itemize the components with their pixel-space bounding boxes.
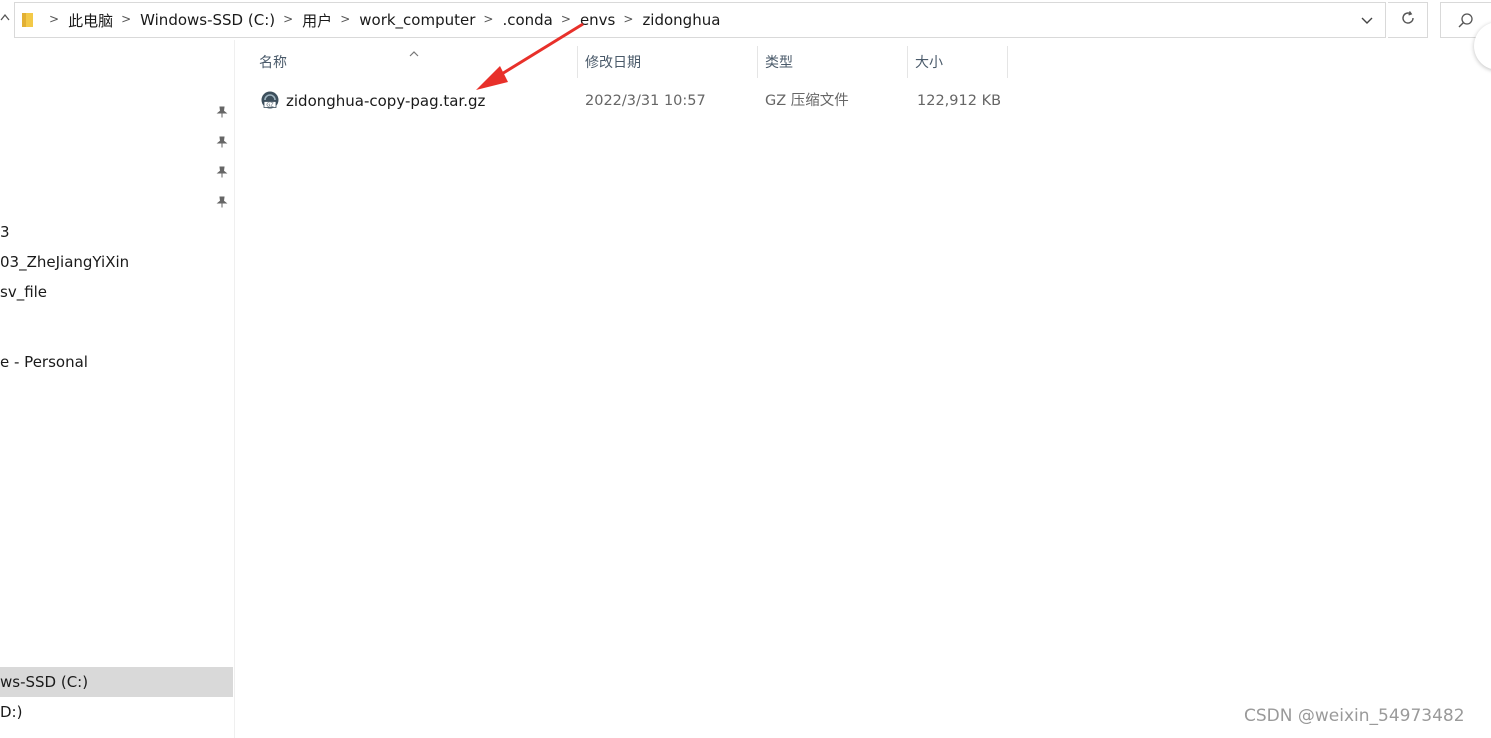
file-type: GZ 压缩文件 (765, 93, 849, 109)
nav-item[interactable]: 03_ZheJiangYiXin (0, 247, 233, 277)
up-arrow-icon[interactable] (0, 10, 10, 24)
pin-icon[interactable] (215, 164, 229, 178)
address-bar[interactable]: > 此电脑 > Windows-SSD (C:) > 用户 > work_com… (14, 2, 1386, 38)
column-header-name[interactable]: 名称 (259, 44, 287, 82)
file-size: 122,912 KB (917, 93, 1002, 109)
column-divider[interactable] (757, 46, 758, 78)
breadcrumb-drive-c[interactable]: Windows-SSD (C:) (140, 11, 275, 29)
breadcrumb-work-computer[interactable]: work_computer (359, 11, 475, 29)
refresh-icon (1399, 9, 1417, 31)
breadcrumb-users[interactable]: 用户 (302, 10, 332, 31)
pin-icon[interactable] (215, 194, 229, 208)
annotation-arrow-icon (470, 20, 590, 100)
gz-archive-icon: GZ (260, 90, 280, 110)
breadcrumb-this-pc[interactable]: 此电脑 (68, 10, 113, 31)
file-modified: 2022/3/31 10:57 (585, 93, 706, 109)
nav-item[interactable]: sv_file (0, 277, 233, 307)
chevron-down-icon[interactable] (1359, 12, 1375, 28)
column-divider[interactable] (1007, 46, 1008, 78)
sort-ascending-icon (408, 44, 420, 57)
navigation-pane: 3 03_ZheJiangYiXin sv_file e - Personal … (0, 40, 234, 738)
breadcrumb-separator: > (49, 12, 60, 26)
breadcrumb-separator: > (121, 12, 132, 26)
breadcrumb-zidonghua[interactable]: zidonghua (642, 11, 720, 29)
column-header-size[interactable]: 大小 (915, 44, 943, 82)
breadcrumb-separator: > (340, 12, 351, 26)
breadcrumb-separator: > (623, 12, 634, 26)
watermark: CSDN @weixin_54973482 (1244, 706, 1465, 726)
column-header-type[interactable]: 类型 (765, 44, 793, 82)
svg-text:GZ: GZ (266, 103, 274, 109)
nav-item-onedrive[interactable]: e - Personal (0, 347, 233, 377)
pin-icon[interactable] (215, 134, 229, 148)
pin-icon[interactable] (215, 104, 229, 118)
nav-item[interactable]: 3 (0, 217, 233, 247)
file-name: zidonghua-copy-pag.tar.gz (286, 92, 486, 110)
pane-divider[interactable] (234, 40, 235, 738)
folder-icon (21, 12, 35, 28)
file-row[interactable]: GZ zidonghua-copy-pag.tar.gz 2022/3/31 1… (254, 86, 1008, 116)
nav-item-drive-d[interactable]: D:) (0, 697, 233, 727)
search-icon (1457, 12, 1475, 34)
refresh-button[interactable] (1388, 2, 1428, 38)
nav-item-drive-c[interactable]: ws-SSD (C:) (0, 667, 233, 697)
column-divider[interactable] (907, 46, 908, 78)
breadcrumb: > 此电脑 > Windows-SSD (C:) > 用户 > work_com… (15, 3, 720, 37)
column-header-modified[interactable]: 修改日期 (585, 44, 641, 82)
breadcrumb-separator: > (283, 12, 294, 26)
